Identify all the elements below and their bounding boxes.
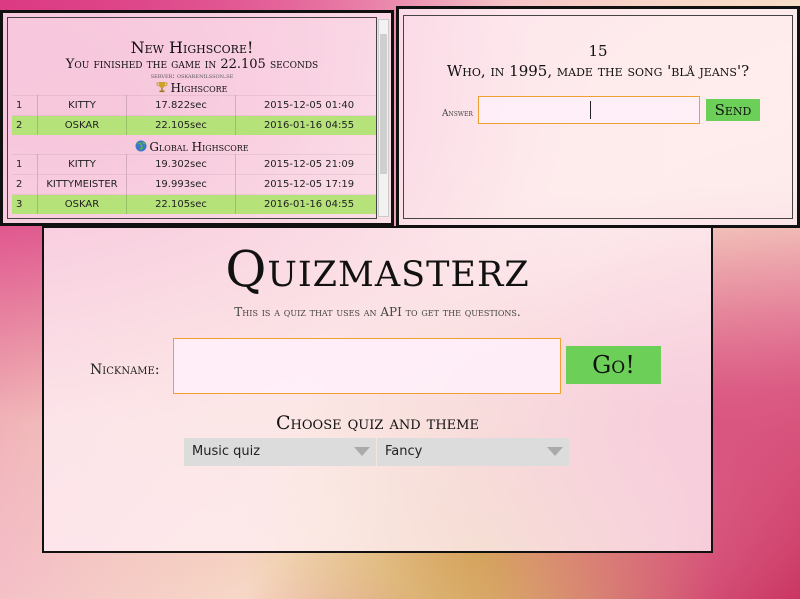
go-button[interactable]: Go!: [566, 346, 661, 384]
time-cell: 17.822sec: [126, 95, 236, 116]
table-row: 2 Kittymeister 19.993sec 2015-12-05 17:19: [12, 174, 376, 195]
time-cell: 22.105sec: [126, 194, 236, 214]
server-label: server: oskarenilsson.se: [150, 72, 234, 80]
answer-label: Answer: [442, 109, 473, 119]
date-cell: 2015-12-05 01:40: [235, 95, 376, 116]
highscore-subtitle: You finished the game in 22.105 seconds: [65, 57, 319, 72]
name-cell: Oskar: [37, 115, 127, 135]
question-panel: 15 Who, in 1995, made the song 'blå jean…: [396, 6, 800, 228]
globe-icon: [135, 140, 147, 152]
quiz-select[interactable]: Music quiz: [184, 438, 376, 466]
date-cell: 2016-01-16 04:55: [235, 115, 376, 135]
name-cell: Oskar: [37, 194, 127, 214]
name-cell: Kittymeister: [37, 174, 127, 195]
global-highscore-heading: Global Highscore: [8, 140, 376, 154]
local-heading-text: Highscore: [170, 81, 228, 95]
table-row: 1 Kitty 17.822sec 2015-12-05 01:40: [12, 95, 376, 116]
rank-cell: 2: [12, 174, 38, 195]
app-subtitle: This is a quiz that uses an API to get t…: [234, 305, 521, 319]
start-panel: Quizmasterz This is a quiz that uses an …: [42, 226, 713, 553]
table-row: 1 Kitty 19.302sec 2015-12-05 21:09: [12, 154, 376, 175]
rank-cell: 3: [12, 194, 38, 214]
theme-select[interactable]: Fancy: [377, 438, 569, 466]
highscore-scrollbar[interactable]: [378, 19, 389, 217]
date-cell: 2015-12-05 21:09: [235, 154, 376, 175]
answer-input[interactable]: [478, 96, 700, 124]
trophy-icon: [156, 82, 168, 93]
name-cell: Kitty: [37, 95, 127, 116]
theme-select-value: Fancy: [385, 444, 423, 459]
quiz-select-value: Music quiz: [192, 444, 261, 459]
rank-cell: 1: [12, 95, 38, 116]
global-highscore-table: 1 Kitty 19.302sec 2015-12-05 21:09 2 Kittymei…: [12, 154, 376, 214]
table-row: 2 Oskar 22.105sec 2016-01-16 04:55: [12, 115, 376, 135]
time-cell: 19.993sec: [126, 174, 236, 195]
chevron-down-icon: [547, 447, 563, 456]
send-button[interactable]: Send: [706, 99, 760, 121]
date-cell: 2015-12-05 17:19: [235, 174, 376, 195]
rank-cell: 2: [12, 115, 38, 135]
local-highscore-heading: Highscore: [8, 81, 376, 95]
table-row: 3 Oskar 22.105sec 2016-01-16 04:55: [12, 194, 376, 214]
question-content: 15 Who, in 1995, made the song 'blå jean…: [403, 15, 793, 219]
nickname-label: Nickname:: [90, 362, 160, 378]
rank-cell: 1: [12, 154, 38, 175]
scrollbar-thumb[interactable]: [380, 34, 387, 174]
time-cell: 19.302sec: [126, 154, 236, 175]
question-text: Who, in 1995, made the song 'blå jeans'?: [446, 62, 750, 80]
highscore-content: New Highscore! You finished the game in …: [7, 17, 377, 219]
global-heading-text: Global Highscore: [149, 140, 249, 154]
nickname-input[interactable]: [173, 338, 561, 394]
highscore-title: New Highscore!: [130, 38, 254, 57]
question-number: 15: [588, 42, 608, 60]
highscore-panel: New Highscore! You finished the game in …: [0, 10, 394, 226]
text-caret: [590, 101, 591, 119]
answer-row: Answer Send: [434, 96, 794, 128]
choose-heading: Choose quiz and theme: [276, 412, 479, 434]
app-title: Quizmasterz: [225, 240, 530, 298]
chevron-down-icon: [354, 447, 370, 456]
time-cell: 22.105sec: [126, 115, 236, 135]
local-highscore-table: 1 Kitty 17.822sec 2015-12-05 01:40 2 Oskar 22.…: [12, 95, 376, 135]
date-cell: 2016-01-16 04:55: [235, 194, 376, 214]
name-cell: Kitty: [37, 154, 127, 175]
